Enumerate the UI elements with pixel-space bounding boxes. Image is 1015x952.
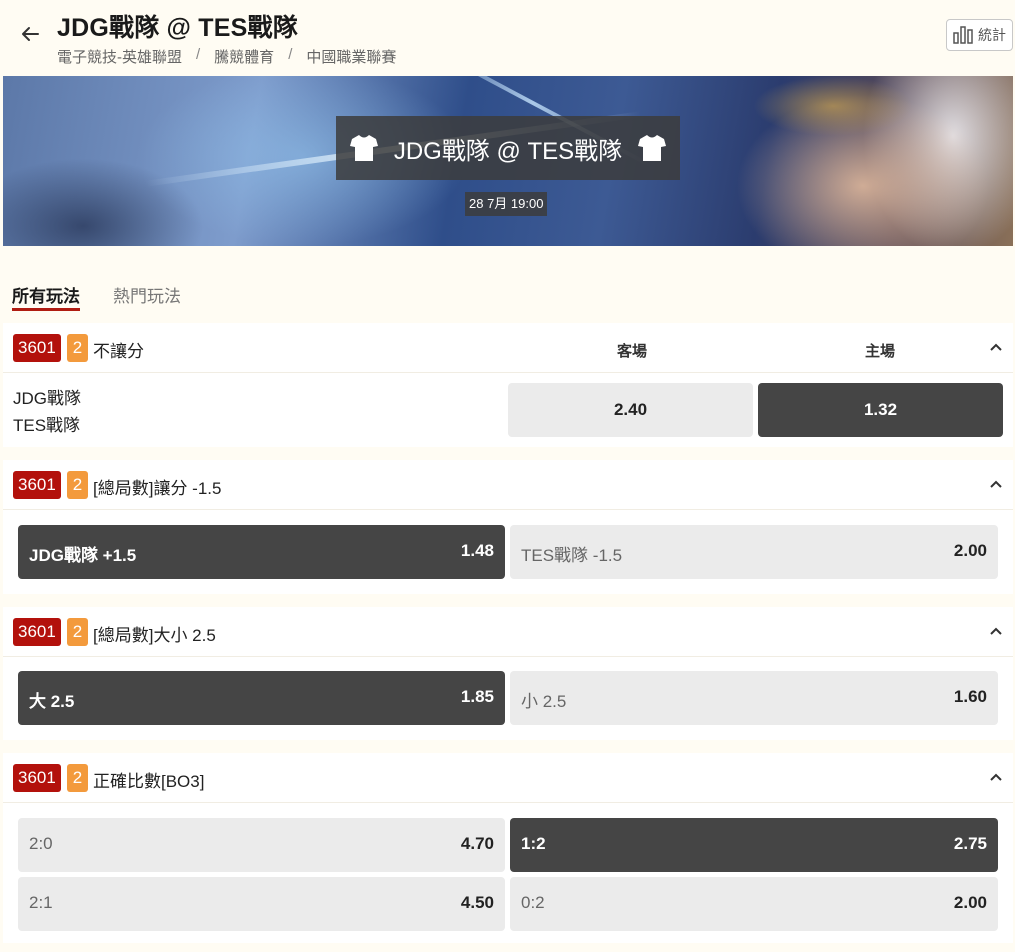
odds-value: 2.00 bbox=[953, 541, 987, 560]
market-header[interactable]: 3601 2 [總局數]讓分 -1.5 bbox=[3, 460, 1013, 510]
back-arrow-icon[interactable] bbox=[18, 22, 42, 46]
breadcrumb-separator: / bbox=[196, 46, 201, 63]
banner-match-title: JDG戰隊 @ TES戰隊 bbox=[393, 137, 623, 165]
market-count-badge: 2 bbox=[67, 764, 88, 792]
odds-value: 4.70 bbox=[460, 834, 494, 853]
market-count-badge: 2 bbox=[67, 471, 88, 499]
market-code-badge: 3601 bbox=[13, 764, 61, 792]
market-header[interactable]: 3601 2 正確比數[BO3] bbox=[3, 753, 1013, 803]
odds-value: 2.75 bbox=[953, 834, 987, 853]
odds-label: 0:2 bbox=[521, 893, 545, 912]
market-handicap: 3601 2 [總局數]讓分 -1.5 JDG戰隊 +1.5 1.48 TES戰… bbox=[3, 460, 1013, 594]
home-jersey-icon bbox=[638, 135, 667, 161]
odds-label: 2:1 bbox=[29, 893, 53, 912]
odds-button[interactable]: 2:0 4.70 bbox=[18, 818, 505, 872]
odds-value: 1.60 bbox=[953, 687, 987, 706]
odds-button-away[interactable]: 2.40 bbox=[508, 383, 753, 437]
odds-label: TES戰隊 -1.5 bbox=[521, 546, 623, 565]
odds-button[interactable]: 1:2 2.75 bbox=[510, 818, 998, 872]
market-header[interactable]: 3601 2 [總局數]大小 2.5 bbox=[3, 607, 1013, 657]
match-header: JDG戰隊 @ TES戰隊 電子競技-英雄聯盟 / 騰競體育 / 中國職業聯賽 … bbox=[0, 0, 1015, 76]
breadcrumb-item-league[interactable]: 中國職業聯賽 bbox=[306, 46, 396, 67]
breadcrumb-item-provider[interactable]: 騰競體育 bbox=[214, 46, 274, 67]
market-title: [總局數]讓分 -1.5 bbox=[93, 479, 222, 498]
market-count-badge: 2 bbox=[67, 334, 88, 362]
market-code-badge: 3601 bbox=[13, 334, 61, 362]
breadcrumb: 電子競技-英雄聯盟 / 騰競體育 / 中國職業聯賽 bbox=[57, 46, 396, 67]
odds-value: 1.48 bbox=[460, 541, 494, 560]
odds-label: 1:2 bbox=[521, 834, 546, 853]
market-code-badge: 3601 bbox=[13, 618, 61, 646]
odds-value: 1.32 bbox=[863, 400, 898, 419]
page-title: JDG戰隊 @ TES戰隊 bbox=[57, 14, 298, 42]
odds-label: 小 2.5 bbox=[521, 692, 567, 711]
odds-label: JDG戰隊 +1.5 bbox=[29, 546, 137, 565]
odds-value: 4.50 bbox=[460, 893, 494, 912]
market-code-badge: 3601 bbox=[13, 471, 61, 499]
market-header[interactable]: 3601 2 不讓分 客場 主場 bbox=[3, 323, 1013, 373]
market-tabs: 所有玩法 熱門玩法 bbox=[0, 270, 1015, 314]
market-over-under: 3601 2 [總局數]大小 2.5 大 2.5 1.85 小 2.5 1.60 bbox=[3, 607, 1013, 740]
team-names: JDG戰隊 TES戰隊 bbox=[13, 385, 81, 439]
odds-label: 2:0 bbox=[29, 834, 53, 853]
home-team-name: TES戰隊 bbox=[13, 416, 81, 435]
away-team-name: JDG戰隊 bbox=[13, 389, 81, 408]
odds-label: 大 2.5 bbox=[29, 692, 75, 711]
bar-chart-icon bbox=[953, 26, 973, 44]
chevron-up-icon[interactable] bbox=[989, 340, 1003, 354]
odds-button[interactable]: TES戰隊 -1.5 2.00 bbox=[510, 525, 998, 579]
column-label-away: 客場 bbox=[617, 343, 648, 360]
market-title: [總局數]大小 2.5 bbox=[93, 626, 216, 645]
match-time: 28 7月 19:00 bbox=[465, 192, 548, 216]
market-moneyline: 3601 2 不讓分 客場 主場 JDG戰隊 TES戰隊 2.40 1.32 bbox=[3, 323, 1013, 447]
odds-button[interactable]: 大 2.5 1.85 bbox=[18, 671, 505, 725]
stats-button-label: 統計 bbox=[978, 27, 1006, 43]
tab-all-markets[interactable]: 所有玩法 bbox=[12, 282, 80, 311]
odds-button[interactable]: 2:1 4.50 bbox=[18, 877, 505, 931]
market-count-badge: 2 bbox=[67, 618, 88, 646]
odds-value: 2.00 bbox=[953, 893, 987, 912]
away-jersey-icon bbox=[349, 135, 378, 161]
odds-button[interactable]: 0:2 2.00 bbox=[510, 877, 998, 931]
breadcrumb-separator: / bbox=[288, 46, 293, 63]
banner-decoration bbox=[753, 76, 913, 136]
chevron-up-icon[interactable] bbox=[989, 477, 1003, 491]
odds-button-home[interactable]: 1.32 bbox=[758, 383, 1003, 437]
breadcrumb-item-sport[interactable]: 電子競技-英雄聯盟 bbox=[57, 46, 182, 67]
market-correct-score: 3601 2 正確比數[BO3] 2:0 4.70 1:2 2.75 2:1 4… bbox=[3, 753, 1013, 943]
chevron-up-icon[interactable] bbox=[989, 770, 1003, 784]
odds-value: 2.40 bbox=[613, 400, 648, 419]
market-title: 不讓分 bbox=[93, 342, 144, 361]
stats-button[interactable]: 統計 bbox=[946, 19, 1013, 51]
market-title: 正確比數[BO3] bbox=[93, 772, 205, 791]
tab-hot-markets[interactable]: 熱門玩法 bbox=[113, 282, 181, 307]
banner-match-box: JDG戰隊 @ TES戰隊 bbox=[336, 116, 680, 180]
odds-button[interactable]: JDG戰隊 +1.5 1.48 bbox=[18, 525, 505, 579]
column-label-home: 主場 bbox=[865, 343, 896, 360]
chevron-up-icon[interactable] bbox=[989, 624, 1003, 638]
odds-button[interactable]: 小 2.5 1.60 bbox=[510, 671, 998, 725]
odds-value: 1.85 bbox=[460, 687, 494, 706]
